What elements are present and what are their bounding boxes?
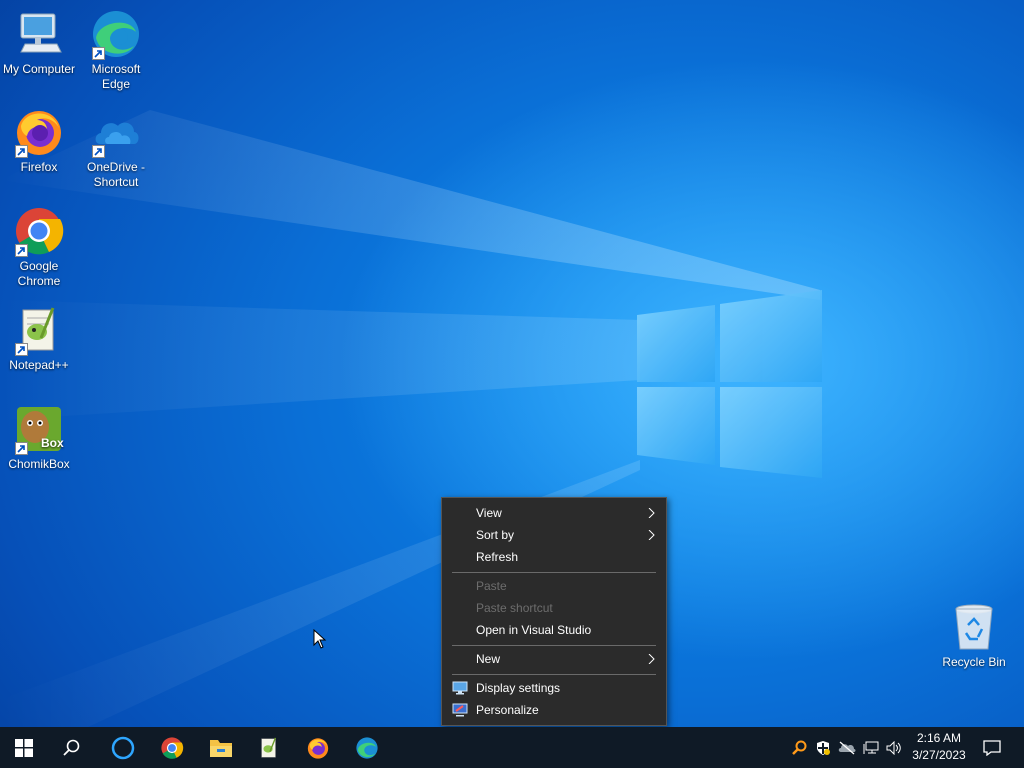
menu-separator [452,572,656,573]
shortcut-arrow-icon [15,343,28,356]
desktop-icon-label: My Computer [2,62,76,76]
chevron-right-icon [648,530,655,540]
menu-item-label: View [476,506,502,520]
edge-icon [356,736,378,759]
desktop-icon-firefox[interactable]: Firefox [0,106,78,175]
taskbar: 2:16 AM 3/27/2023 [0,727,1024,768]
personalize-icon [452,703,468,717]
onedrive-offline-icon [838,741,856,754]
shortcut-arrow-icon [15,244,28,257]
desktop-icon-chrome[interactable]: Google Chrome [0,205,78,289]
clock-date: 3/27/2023 [912,748,966,762]
shortcut-arrow-icon [15,442,28,455]
computer-icon [20,13,62,53]
desktop-icon-label: OneDrive - Shortcut [86,160,145,189]
tray-onedrive[interactable] [836,727,858,768]
menu-separator [452,674,656,675]
menu-item-label: Sort by [476,528,515,542]
desktop-icon-my-computer[interactable]: My Computer [0,8,78,77]
desktop-icon-label: Google Chrome [17,259,61,288]
chrome-icon [161,736,184,759]
menu-item-paste: Paste [442,575,666,597]
menu-item-label: Display settings [476,681,561,695]
recycle-bin-icon [955,604,993,650]
menu-item-refresh[interactable]: Refresh [442,546,666,568]
desktop-icon-label: ChomikBox [8,457,70,471]
desktop-icon-edge[interactable]: Microsoft Edge [77,8,155,92]
firefox-icon [307,737,329,759]
menu-item-sort-by[interactable]: Sort by [442,524,666,546]
menu-item-label: Paste shortcut [476,601,553,615]
menu-item-view[interactable]: View [442,502,666,524]
menu-item-label: Open in Visual Studio [476,623,592,637]
start-button[interactable] [0,727,48,768]
shortcut-arrow-icon [92,145,105,158]
search-tool-icon [792,740,807,755]
desktop-icon-notepadpp[interactable]: Notepad++ [0,304,78,373]
action-center-button[interactable] [979,727,1005,768]
mouse-cursor-icon [313,629,327,649]
tray-volume[interactable] [884,727,904,768]
volume-icon [886,740,901,755]
chevron-right-icon [648,654,655,664]
clock-time: 2:16 AM [916,731,962,745]
desktop-icon-label: Firefox [20,160,58,174]
menu-item-label: Refresh [476,550,519,564]
cortana-icon [111,736,135,759]
taskbar-chrome[interactable] [148,727,196,768]
taskbar-notepadpp[interactable] [245,727,293,768]
tray-network[interactable] [860,727,882,768]
menu-item-new[interactable]: New [442,648,666,670]
display-icon [452,681,468,695]
menu-item-label: Paste [476,579,507,593]
desktop-icon-label: Microsoft Edge [91,62,141,91]
search-button[interactable] [48,727,96,768]
desktop-context-menu: View Sort by Refresh Paste Paste shortcu… [441,497,667,726]
desktop-icon-recycle-bin[interactable]: Recycle Bin [935,601,1013,670]
notepadpp-icon [261,737,277,757]
defender-icon [817,740,830,755]
svg-text:Box: Box [41,436,64,450]
taskbar-file-explorer[interactable] [197,727,245,768]
start-icon [15,738,33,757]
cortana-button[interactable] [99,727,147,768]
tray-defender[interactable] [812,727,834,768]
shortcut-arrow-icon [92,47,105,60]
search-icon [63,739,80,756]
desktop-icon-label: Recycle Bin [942,655,1006,669]
network-icon [863,741,879,754]
notification-icon [983,739,1001,756]
menu-item-open-in-visual-studio[interactable]: Open in Visual Studio [442,619,666,641]
taskbar-clock[interactable]: 2:16 AM 3/27/2023 [903,730,975,764]
chevron-right-icon [648,508,655,518]
shortcut-arrow-icon [15,145,28,158]
file-explorer-icon [210,739,232,757]
desktop-icon-onedrive[interactable]: OneDrive - Shortcut [77,106,155,190]
windows-logo [637,290,822,478]
menu-separator [452,645,656,646]
taskbar-firefox[interactable] [294,727,342,768]
menu-item-label: Personalize [476,703,539,717]
menu-item-personalize[interactable]: Personalize [442,699,666,721]
menu-item-label: New [476,652,501,666]
desktop-icon-label: Notepad++ [9,358,69,372]
menu-item-paste-shortcut: Paste shortcut [442,597,666,619]
desktop-icon-chomikbox[interactable]: Box ChomikBox [0,403,78,472]
tray-search-tool[interactable] [788,727,810,768]
taskbar-edge[interactable] [343,727,391,768]
menu-item-display-settings[interactable]: Display settings [442,677,666,699]
